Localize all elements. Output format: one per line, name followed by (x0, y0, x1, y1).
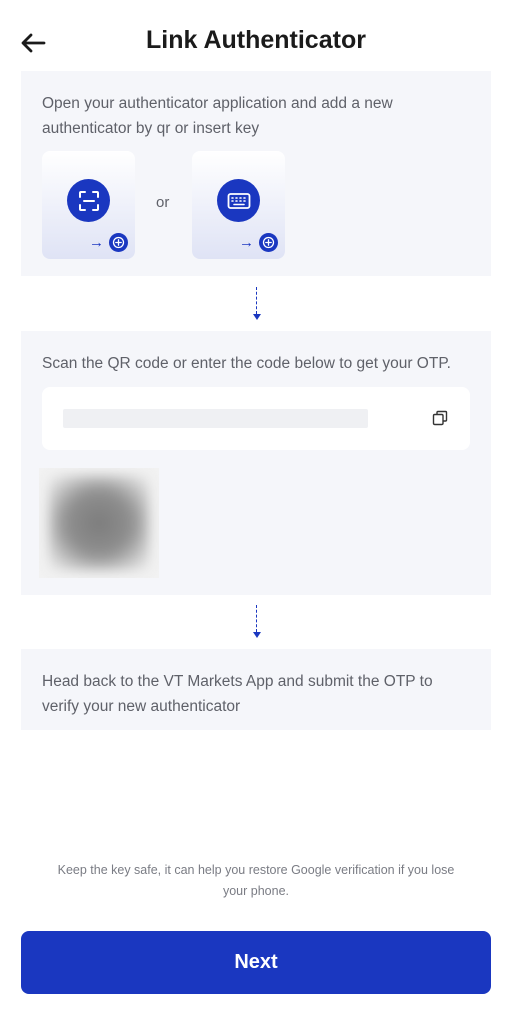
step-3-card: Head back to the VT Markets App and subm… (21, 649, 491, 730)
add-circle-icon (109, 233, 128, 252)
arrow-right-icon: → (89, 234, 104, 251)
step-connector-1 (253, 287, 261, 322)
step-3-instructions: Head back to the VT Markets App and subm… (42, 673, 433, 715)
secret-key-field[interactable] (42, 387, 470, 450)
scan-qr-option[interactable]: → (42, 151, 135, 259)
keyboard-icon (217, 179, 260, 222)
secret-key-value-redacted (63, 409, 368, 428)
insert-key-option[interactable]: → (192, 151, 285, 259)
step-connector-2 (253, 605, 261, 640)
scan-qr-icon (67, 179, 110, 222)
or-separator: or (156, 194, 170, 211)
step-2-card: Scan the QR code or enter the code below… (21, 331, 491, 595)
step-1-instructions: Open your authenticator application and … (42, 95, 393, 137)
step-1-card: Open your authenticator application and … (21, 71, 491, 276)
qr-code-image (39, 468, 159, 578)
step-2-instructions: Scan the QR code or enter the code below… (42, 355, 451, 372)
arrow-right-icon: → (239, 234, 254, 251)
copy-button[interactable] (431, 409, 449, 427)
next-button[interactable]: Next (21, 931, 491, 994)
copy-icon (432, 410, 448, 426)
add-circle-icon (259, 233, 278, 252)
arrow-down-icon (253, 632, 261, 638)
arrow-down-icon (253, 314, 261, 320)
page-title: Link Authenticator (146, 26, 366, 54)
key-safety-note: Keep the key safe, it can help you resto… (57, 863, 455, 898)
